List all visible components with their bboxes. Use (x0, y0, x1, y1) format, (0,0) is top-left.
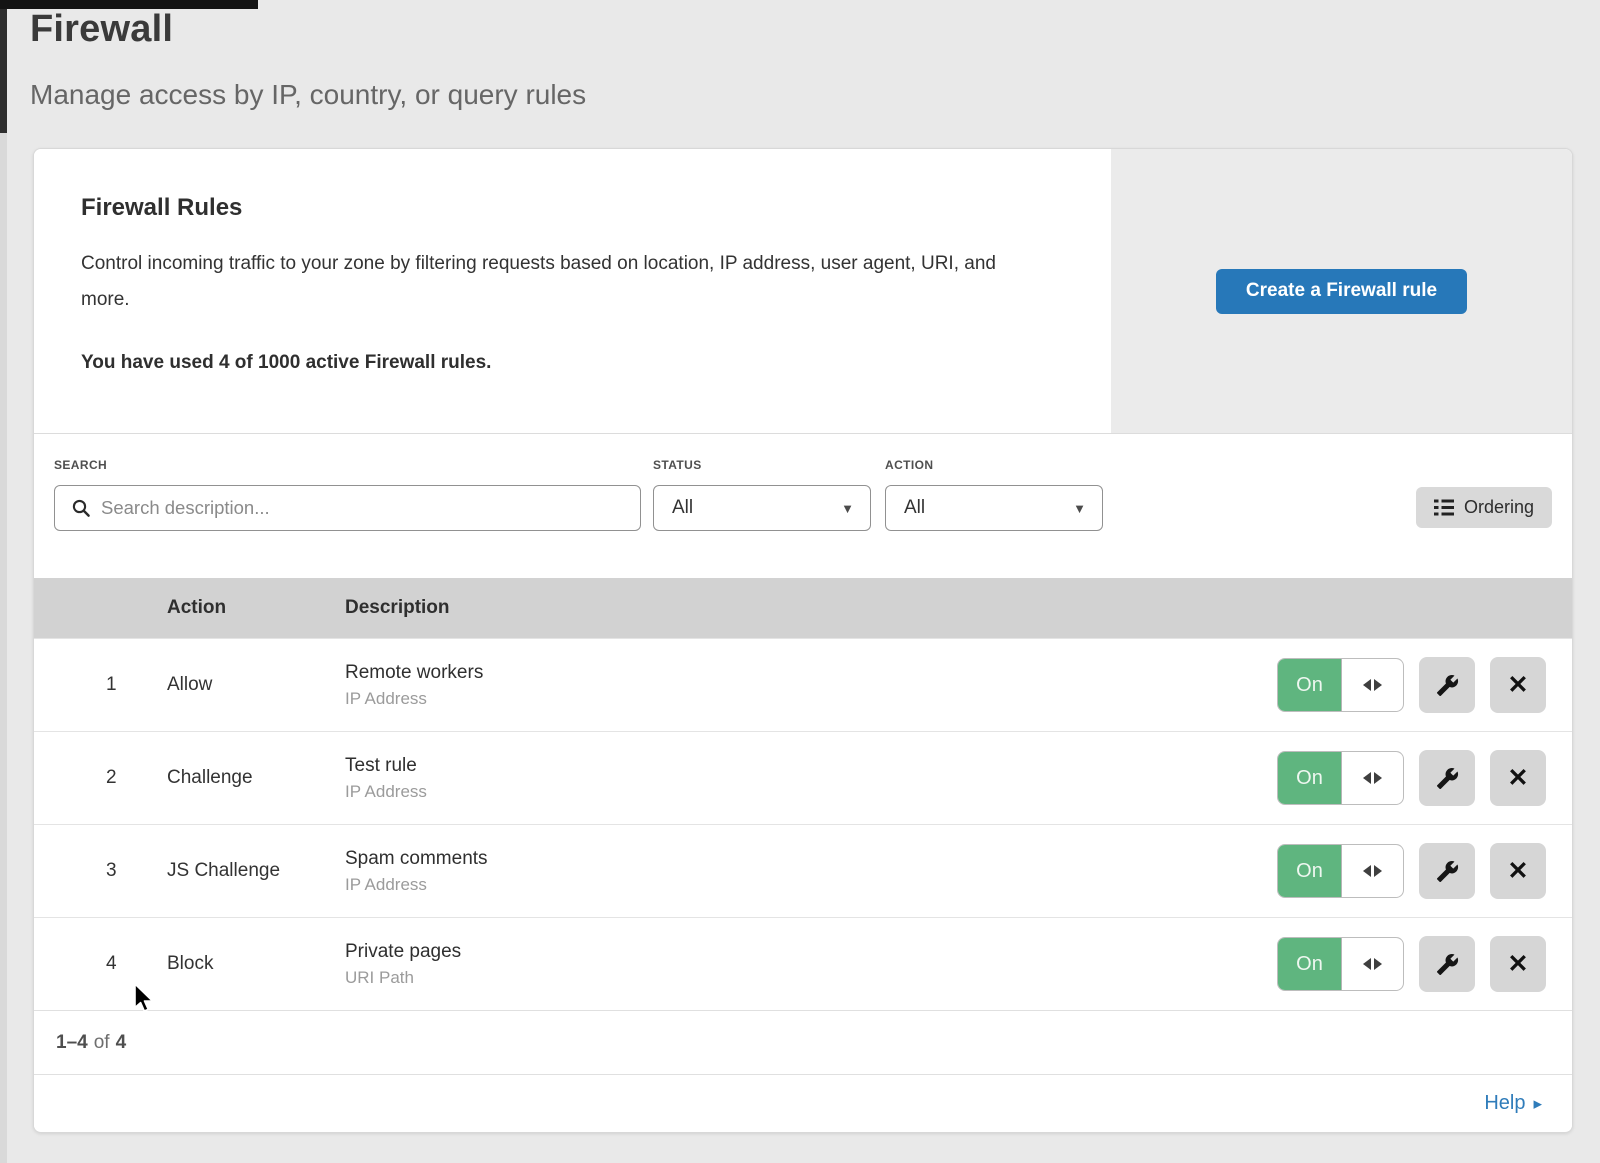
search-input[interactable] (101, 497, 626, 519)
search-label: SEARCH (54, 458, 641, 472)
toggle-on-label: On (1278, 659, 1342, 711)
close-icon: ✕ (1508, 952, 1529, 977)
edit-rule-button[interactable] (1419, 657, 1475, 713)
toggle-handle-icon (1342, 752, 1403, 804)
help-link-label: Help (1484, 1092, 1525, 1115)
edit-rule-button[interactable] (1419, 936, 1475, 992)
create-firewall-rule-button[interactable]: Create a Firewall rule (1216, 269, 1467, 314)
close-icon: ✕ (1508, 673, 1529, 698)
toggle-on-label: On (1278, 845, 1342, 897)
rule-enabled-toggle[interactable]: On (1277, 937, 1404, 991)
rule-description: Spam comments (345, 848, 1277, 870)
action-label: ACTION (885, 458, 1103, 472)
rule-enabled-toggle[interactable]: On (1277, 751, 1404, 805)
rule-match-type: IP Address (345, 782, 1277, 802)
help-link[interactable]: Help ▸ (1484, 1092, 1542, 1115)
rule-priority: 1 (34, 674, 167, 696)
ordered-list-icon (1434, 499, 1454, 516)
card-header-action-panel: Create a Firewall rule (1111, 149, 1572, 433)
card-footer: Help ▸ (34, 1074, 1572, 1131)
pagination-bar: 1–4 of 4 (34, 1010, 1572, 1074)
table-row: 2 Challenge Test rule IP Address On ✕ (34, 731, 1572, 824)
action-selected-value: All (904, 497, 925, 519)
table-row: 4 Block Private pages URI Path On ✕ (34, 917, 1572, 1010)
status-selected-value: All (672, 497, 693, 519)
screen-edge-strip (0, 0, 7, 1163)
wrench-icon (1436, 860, 1459, 883)
table-row: 1 Allow Remote workers IP Address On ✕ (34, 638, 1572, 731)
close-icon: ✕ (1508, 766, 1529, 791)
rule-controls: On ✕ (1277, 657, 1546, 713)
delete-rule-button[interactable]: ✕ (1490, 843, 1546, 899)
toggle-on-label: On (1278, 938, 1342, 990)
rule-description-cell: Test rule IP Address (345, 755, 1277, 802)
action-filter-group: ACTION All ▼ (885, 458, 1103, 578)
rule-description-cell: Remote workers IP Address (345, 662, 1277, 709)
pagination-of: of (94, 1032, 110, 1054)
rule-description: Remote workers (345, 662, 1277, 684)
rule-description-cell: Spam comments IP Address (345, 848, 1277, 895)
rule-description: Test rule (345, 755, 1277, 777)
pagination-range: 1–4 (56, 1032, 88, 1054)
search-filter-group: SEARCH (54, 458, 641, 578)
search-box[interactable] (54, 485, 641, 531)
status-label: STATUS (653, 458, 871, 472)
chevron-down-icon: ▼ (841, 501, 854, 516)
table-row: 3 JS Challenge Spam comments IP Address … (34, 824, 1572, 917)
page-title: Firewall (30, 8, 173, 51)
rule-controls: On ✕ (1277, 843, 1546, 899)
delete-rule-button[interactable]: ✕ (1490, 657, 1546, 713)
ordering-button-label: Ordering (1464, 497, 1534, 518)
edit-rule-button[interactable] (1419, 750, 1475, 806)
toggle-handle-icon (1342, 938, 1403, 990)
rule-priority: 4 (34, 953, 167, 975)
rule-enabled-toggle[interactable]: On (1277, 844, 1404, 898)
edit-rule-button[interactable] (1419, 843, 1475, 899)
rule-description: Private pages (345, 941, 1277, 963)
ordering-button[interactable]: Ordering (1416, 487, 1552, 528)
card-title: Firewall Rules (81, 194, 1071, 222)
rule-match-type: IP Address (345, 875, 1277, 895)
rule-priority: 3 (34, 860, 167, 882)
rule-controls: On ✕ (1277, 750, 1546, 806)
search-icon (71, 498, 91, 518)
rule-match-type: IP Address (345, 689, 1277, 709)
table-header: Action Description (34, 578, 1572, 638)
card-description: Control incoming traffic to your zone by… (81, 246, 1026, 318)
wrench-icon (1436, 674, 1459, 697)
firewall-rules-card: Firewall Rules Control incoming traffic … (33, 148, 1573, 1133)
rule-action: JS Challenge (167, 860, 345, 882)
chevron-down-icon: ▼ (1073, 501, 1086, 516)
toggle-handle-icon (1342, 659, 1403, 711)
rule-description-cell: Private pages URI Path (345, 941, 1277, 988)
rule-action: Challenge (167, 767, 345, 789)
action-select[interactable]: All ▼ (885, 485, 1103, 531)
rule-match-type: URI Path (345, 968, 1277, 988)
rule-action: Allow (167, 674, 345, 696)
rule-controls: On ✕ (1277, 936, 1546, 992)
rule-enabled-toggle[interactable]: On (1277, 658, 1404, 712)
status-select[interactable]: All ▼ (653, 485, 871, 531)
wrench-icon (1436, 767, 1459, 790)
delete-rule-button[interactable]: ✕ (1490, 936, 1546, 992)
wrench-icon (1436, 953, 1459, 976)
column-header-description: Description (345, 597, 1572, 619)
rule-priority: 2 (34, 767, 167, 789)
usage-summary: You have used 4 of 1000 active Firewall … (81, 352, 1071, 374)
pagination-total: 4 (116, 1032, 127, 1054)
column-header-action: Action (167, 597, 345, 619)
card-header-text: Firewall Rules Control incoming traffic … (34, 149, 1111, 433)
screen-corner-artifact-left (0, 0, 7, 133)
toggle-on-label: On (1278, 752, 1342, 804)
help-arrow-icon: ▸ (1533, 1095, 1542, 1112)
page-subtitle: Manage access by IP, country, or query r… (30, 79, 586, 111)
delete-rule-button[interactable]: ✕ (1490, 750, 1546, 806)
rule-action: Block (167, 953, 345, 975)
status-filter-group: STATUS All ▼ (653, 458, 871, 578)
close-icon: ✕ (1508, 859, 1529, 884)
filters-bar: SEARCH STATUS All ▼ ACTION All ▼ (34, 434, 1572, 578)
toggle-handle-icon (1342, 845, 1403, 897)
card-header: Firewall Rules Control incoming traffic … (34, 149, 1572, 434)
